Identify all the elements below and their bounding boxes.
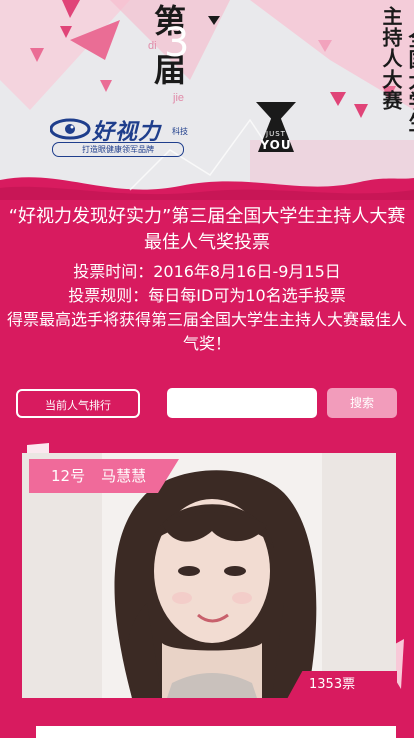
pinyin-jie: jie <box>173 92 185 104</box>
vote-rule: 投票规则：每日每ID可为10名选手投票 <box>68 286 346 305</box>
ranking-button[interactable]: 当前人气排行 <box>16 389 140 418</box>
title-column-2: 全国大学生 <box>405 28 414 133</box>
prize-text: 得票最高选手将获得第三届全国大学生主持人大赛最佳人气奖！ <box>6 310 407 353</box>
candidate-name: 马慧慧 <box>101 467 147 485</box>
vote-count: 1353票 <box>287 671 397 699</box>
badge-line-2: YOU <box>260 138 292 152</box>
page-title: “好视力发现好实力”第三届全国大学生主持人大赛 最佳人气奖投票 <box>8 206 406 253</box>
logo-tag: 科技 <box>172 127 188 136</box>
pinyin-di: di <box>148 40 157 52</box>
search-input[interactable] <box>167 388 317 418</box>
edition-digit: 3 <box>164 20 190 66</box>
just-you-badge: JUST YOU <box>256 102 296 160</box>
next-candidate-card[interactable] <box>36 726 396 738</box>
title-column-1: 主持人大赛 <box>379 6 403 111</box>
top-banner: 第 3 届 di jie 全国大学生 主持人大赛 好视力 科技 打造眼健康领军品… <box>0 0 414 200</box>
candidate-card[interactable]: 12号 马慧慧 1353票 <box>19 439 404 699</box>
vote-time: 投票时间：2016年8月16日-9月15日 <box>73 262 341 281</box>
search-button[interactable]: 搜索 <box>327 388 397 418</box>
badge-line-1: JUST <box>266 130 286 138</box>
contest-title: 全国大学生 主持人大赛 <box>204 6 414 133</box>
logo-slogan: 打造眼健康领军品牌 <box>52 142 184 157</box>
candidate-tag: 12号 马慧慧 <box>29 459 179 493</box>
candidate-number: 12号 <box>51 467 86 485</box>
intro-section: “好视力发现好实力”第三届全国大学生主持人大赛 最佳人气奖投票 投票时间：201… <box>0 204 414 356</box>
eye-logo-icon <box>50 118 91 140</box>
